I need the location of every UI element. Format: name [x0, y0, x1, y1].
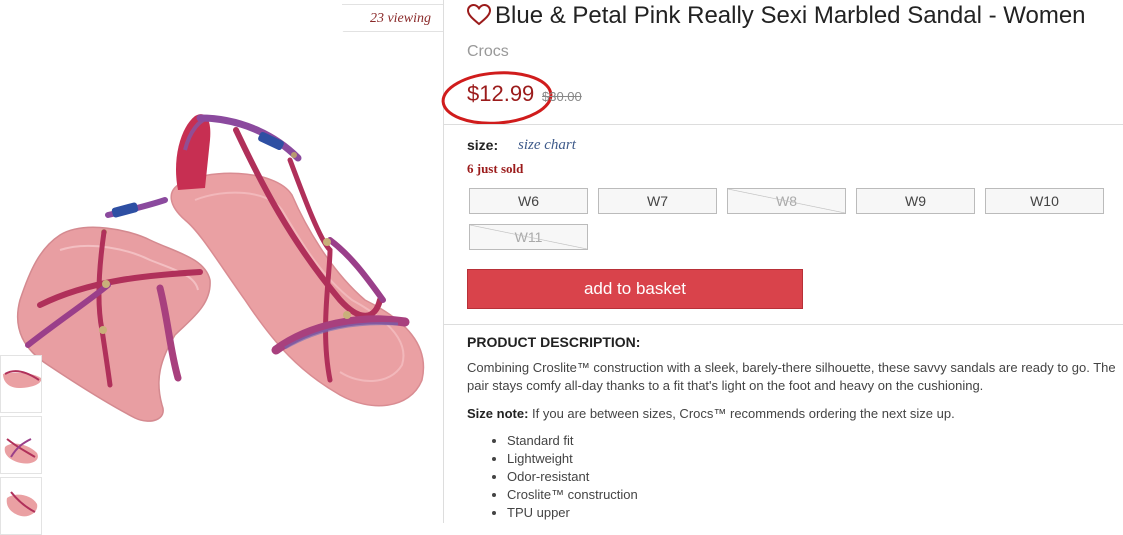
product-title-row: Blue & Petal Pink Really Sexi Marbled Sa… — [466, 2, 1086, 33]
list-item: Lightweight — [507, 450, 638, 468]
size-note: Size note: If you are between sizes, Cro… — [467, 406, 955, 421]
price-divider — [444, 124, 1123, 125]
size-label: size: — [467, 137, 499, 153]
original-price: $30.00 — [542, 89, 582, 104]
size-option-w11[interactable]: W11 — [469, 224, 588, 250]
viewing-count: 23 viewing — [369, 11, 431, 26]
size-option-w10[interactable]: W10 — [985, 188, 1104, 214]
thumbnail-3[interactable] — [0, 477, 42, 535]
current-price: $12.99 — [467, 81, 535, 106]
thumbnail-1[interactable] — [0, 355, 42, 413]
list-item: Croslite™ construction — [507, 486, 638, 504]
size-option-w6[interactable]: W6 — [469, 188, 588, 214]
size-option-w9[interactable]: W9 — [856, 188, 975, 214]
size-option-w7[interactable]: W7 — [598, 188, 717, 214]
list-item: TPU upper — [507, 504, 638, 522]
product-image-pane: 23 viewing — [0, 0, 443, 535]
add-to-basket-button[interactable]: add to basket — [467, 269, 803, 309]
size-note-label: Size note: — [467, 406, 529, 421]
list-item: Standard fit — [507, 432, 638, 450]
viewing-count-tag: 23 viewing — [341, 4, 443, 34]
list-item: Odor-resistant — [507, 468, 638, 486]
size-chart-link[interactable]: size chart — [518, 137, 576, 154]
product-title: Blue & Petal Pink Really Sexi Marbled Sa… — [495, 2, 1086, 29]
feature-list: Standard fit Lightweight Odor-resistant … — [467, 432, 638, 522]
size-option-w8[interactable]: W8 — [727, 188, 846, 214]
brand-link[interactable]: Crocs — [467, 43, 509, 61]
heart-icon[interactable] — [466, 3, 492, 33]
description-body: Combining Croslite™ construction with a … — [467, 360, 1116, 393]
description-heading: PRODUCT DESCRIPTION: — [467, 334, 641, 350]
size-note-text: If you are between sizes, Crocs™ recomme… — [528, 406, 955, 421]
description-divider — [444, 324, 1123, 325]
product-main-image[interactable] — [0, 95, 443, 425]
sold-count-note: 6 just sold — [467, 161, 524, 176]
thumbnail-2[interactable] — [0, 416, 42, 474]
